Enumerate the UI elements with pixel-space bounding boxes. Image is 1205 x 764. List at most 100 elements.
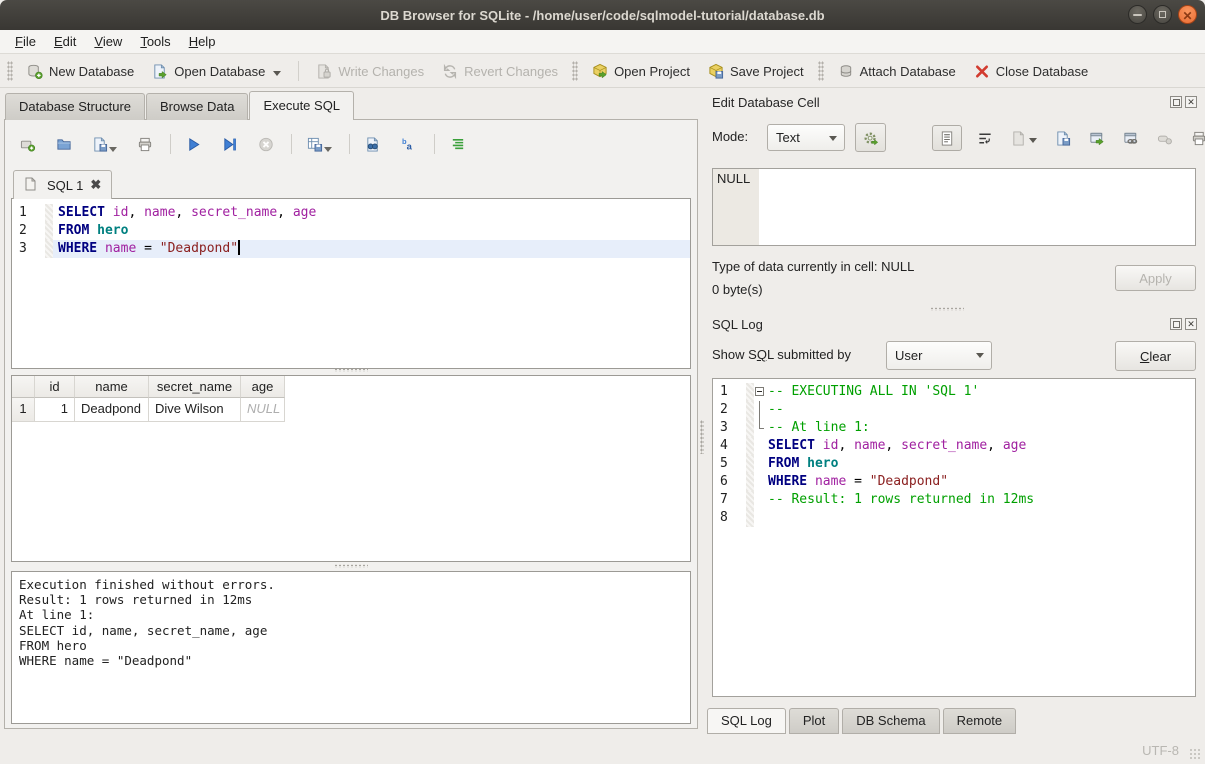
- print-button[interactable]: [134, 133, 156, 155]
- save-sql-file-button[interactable]: [89, 133, 120, 155]
- sql-file-tab-bar: SQL 1 ✖: [13, 170, 112, 199]
- apply-button[interactable]: Apply: [1115, 265, 1196, 291]
- column-header-name[interactable]: name: [75, 376, 149, 398]
- set-null-button[interactable]: [1154, 127, 1176, 149]
- code-text: WHERE name = "Deadpond": [53, 240, 690, 258]
- open-database-label: Open Database: [174, 64, 265, 79]
- tab-sql-1[interactable]: SQL 1 ✖: [13, 170, 112, 199]
- tab-db-schema[interactable]: DB Schema: [842, 708, 939, 734]
- tab-browse-data[interactable]: Browse Data: [146, 93, 248, 120]
- tab-plot[interactable]: Plot: [789, 708, 839, 734]
- gutter-margin: [746, 455, 754, 473]
- column-header-id[interactable]: id: [35, 376, 75, 398]
- new-sql-tab-button[interactable]: [17, 133, 39, 155]
- new-database-button[interactable]: New Database: [18, 59, 143, 83]
- column-header-secret-name[interactable]: secret_name: [149, 376, 241, 398]
- text-mode-button[interactable]: [932, 125, 962, 151]
- import-data-button[interactable]: [1008, 127, 1040, 149]
- splitter-handle[interactable]: [700, 420, 704, 454]
- menu-view[interactable]: View: [85, 31, 131, 52]
- float-panel-icon[interactable]: [1170, 318, 1182, 330]
- mode-select[interactable]: Text: [767, 124, 845, 151]
- tab-execute-sql[interactable]: Execute SQL: [249, 91, 354, 120]
- fold-marker-icon: [754, 401, 767, 419]
- table-cell[interactable]: Dive Wilson: [149, 398, 241, 422]
- table-cell[interactable]: 1: [35, 398, 75, 422]
- column-header-age[interactable]: age: [241, 376, 285, 398]
- message-line: SELECT id, name, secret_name, age: [19, 623, 683, 638]
- code-token: SELECT: [768, 438, 815, 453]
- copy-link-button[interactable]: [1120, 127, 1142, 149]
- title-bar[interactable]: DB Browser for SQLite - /home/user/code/…: [0, 0, 1205, 30]
- execute-line-button[interactable]: [219, 133, 241, 155]
- tab-remote[interactable]: Remote: [943, 708, 1017, 734]
- close-icon[interactable]: ✕: [1178, 5, 1197, 24]
- chevron-down-icon: [976, 353, 984, 358]
- code-token: hero: [807, 456, 838, 471]
- code-token: ,: [128, 205, 144, 220]
- sql-editor[interactable]: 1SELECT id, name, secret_name, age2FROM …: [11, 198, 691, 369]
- row-header[interactable]: 1: [12, 398, 35, 422]
- log-line: 8: [713, 509, 1195, 527]
- close-database-button[interactable]: Close Database: [965, 59, 1098, 83]
- submitted-by-select[interactable]: User: [886, 341, 992, 370]
- write-changes-button[interactable]: Write Changes: [307, 59, 433, 83]
- toolbar-drag-handle[interactable]: [7, 61, 13, 81]
- execute-all-button[interactable]: [183, 133, 205, 155]
- code-token: ,: [277, 205, 293, 220]
- splitter-handle[interactable]: [334, 564, 368, 568]
- stop-button[interactable]: [255, 133, 277, 155]
- menu-tools[interactable]: Tools: [131, 31, 179, 52]
- cell-editor-text-area[interactable]: [759, 169, 1195, 245]
- format-sql-button[interactable]: [447, 133, 469, 155]
- close-panel-icon[interactable]: ✕: [1185, 96, 1197, 108]
- print-cell-button[interactable]: [1188, 127, 1205, 149]
- code-token: SELECT: [58, 205, 105, 220]
- maximize-icon[interactable]: [1153, 5, 1172, 24]
- gutter-margin: [45, 240, 53, 258]
- edit-cell-toolbar: [932, 124, 1191, 152]
- gutter-margin: [746, 383, 754, 401]
- code-token: ,: [838, 438, 854, 453]
- tab-sql-log[interactable]: SQL Log: [707, 708, 786, 734]
- menu-file[interactable]: File: [6, 31, 45, 52]
- tab-database-structure[interactable]: Database Structure: [5, 93, 145, 120]
- table-cell[interactable]: NULL: [241, 398, 285, 422]
- revert-changes-button[interactable]: Revert Changes: [433, 59, 567, 83]
- save-project-button[interactable]: Save Project: [699, 59, 813, 83]
- clear-button[interactable]: Clear: [1115, 341, 1196, 371]
- menu-help[interactable]: Help: [180, 31, 225, 52]
- export-results-button[interactable]: [304, 133, 335, 155]
- word-wrap-button[interactable]: [974, 127, 996, 149]
- toolbar-drag-handle[interactable]: [818, 61, 824, 81]
- minimize-icon[interactable]: [1128, 5, 1147, 24]
- toolbar-drag-handle[interactable]: [572, 61, 578, 81]
- line-number: 2: [713, 401, 746, 419]
- find-button[interactable]: [362, 133, 384, 155]
- save-data-button[interactable]: [1052, 127, 1074, 149]
- dropdown-arrow-icon: [109, 147, 117, 152]
- open-project-icon: [592, 63, 608, 79]
- sql-log-view[interactable]: 1-- EXECUTING ALL IN 'SQL 1'2--3-- At li…: [712, 378, 1196, 697]
- table-cell[interactable]: Deadpond: [75, 398, 149, 422]
- open-sql-file-button[interactable]: [53, 133, 75, 155]
- attach-database-button[interactable]: Attach Database: [829, 59, 965, 83]
- open-project-button[interactable]: Open Project: [583, 59, 699, 83]
- menu-edit[interactable]: Edit: [45, 31, 85, 52]
- gear-apply-button[interactable]: [855, 123, 886, 152]
- resize-grip-icon[interactable]: [1189, 748, 1201, 760]
- line-number: 6: [713, 473, 746, 491]
- results-table[interactable]: idnamesecret_nameage11DeadpondDive Wilso…: [11, 375, 691, 562]
- open-database-button[interactable]: Open Database: [143, 59, 290, 83]
- code-token: WHERE: [58, 241, 97, 256]
- text-mode-icon: [939, 130, 955, 146]
- autocomplete-button[interactable]: ba: [398, 133, 420, 155]
- code-text: FROM hero: [767, 455, 1195, 473]
- splitter-handle[interactable]: [334, 368, 368, 372]
- splitter-handle[interactable]: [930, 307, 964, 311]
- close-tab-icon[interactable]: ✖: [90, 177, 101, 193]
- open-external-button[interactable]: [1086, 127, 1108, 149]
- cell-editor[interactable]: NULL: [712, 168, 1196, 246]
- close-panel-icon[interactable]: ✕: [1185, 318, 1197, 330]
- float-panel-icon[interactable]: [1170, 96, 1182, 108]
